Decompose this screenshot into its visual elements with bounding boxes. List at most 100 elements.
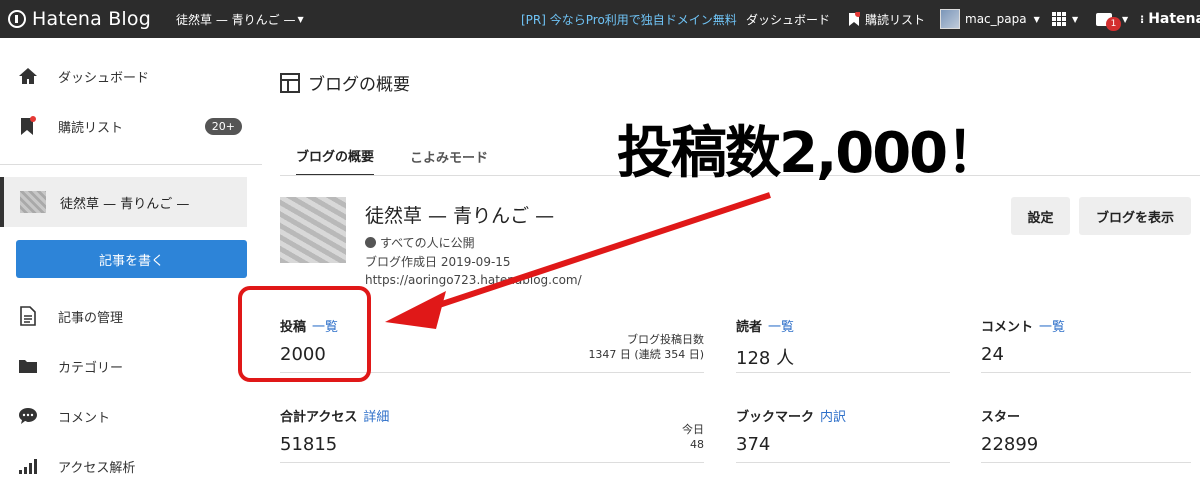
readers-list-link[interactable]: 一覧: [768, 320, 794, 335]
logo-text: Hatena Blog: [32, 8, 151, 30]
chevron-down-icon: ▼: [297, 14, 304, 24]
blog-title: 徒然草 — 青りんご —: [365, 205, 555, 227]
comment-icon: [18, 406, 38, 426]
stat-comments: コメント 一覧 24: [981, 316, 1191, 402]
notifications-button[interactable]: 1 ▼: [1096, 0, 1128, 38]
stat-divider: [736, 462, 950, 463]
notification-icon: 1: [1096, 12, 1121, 31]
hatena-logo-icon: [8, 10, 26, 28]
stat-value: 374: [736, 434, 771, 455]
write-article-button[interactable]: 記事を書く: [16, 240, 247, 278]
today-access: 今日 48: [682, 422, 704, 452]
stat-label-text: スター: [981, 410, 1021, 425]
visibility-label: すべての人に公開: [380, 236, 475, 250]
stat-readers: 読者 一覧 128 人: [736, 316, 950, 402]
stat-label-text: コメント: [981, 320, 1034, 335]
sidebar-item-analytics[interactable]: アクセス解析: [0, 446, 262, 486]
folder-icon: [18, 356, 38, 376]
grid-icon: [1052, 12, 1066, 26]
sidebar-item-label: コメント: [58, 410, 111, 426]
sidebar-item-category[interactable]: カテゴリー: [0, 346, 262, 386]
main-content: ブログの概要 ブログの概要 こよみモード 徒然草 — 青りんご — すべての人に…: [262, 38, 1200, 489]
sidebar-item-manage-posts[interactable]: 記事の管理: [0, 296, 262, 336]
blog-selector-label: 徒然草 — 青りんご —: [176, 12, 296, 27]
today-value: 48: [690, 438, 704, 451]
hatena-blog-logo[interactable]: Hatena Blog: [8, 0, 151, 38]
sidebar: ダッシュボード 購読リスト 20+ 徒然草 — 青りんご — 記事を書く 記事の…: [0, 38, 262, 489]
stat-bookmarks: ブックマーク 内訳 374: [736, 406, 950, 492]
sidebar-item-dashboard[interactable]: ダッシュボード: [0, 56, 262, 96]
stat-label-text: 合計アクセス: [280, 410, 358, 425]
chevron-down-icon: ▼: [1033, 14, 1040, 24]
view-blog-button[interactable]: ブログを表示: [1079, 197, 1191, 235]
pr-link[interactable]: [PR] 今ならPro利用で独自ドメイン無料: [521, 0, 737, 38]
page-title-text: ブログの概要: [308, 75, 410, 95]
sidebar-item-label: 記事の管理: [58, 310, 124, 326]
chevron-down-icon: ▼: [1122, 14, 1129, 24]
sidebar-item-blog[interactable]: 徒然草 — 青りんご —: [0, 177, 247, 227]
stat-divider: [280, 462, 704, 463]
apps-menu[interactable]: ▼: [1052, 0, 1078, 38]
sidebar-item-label: ダッシュボード: [58, 70, 150, 86]
stat-label-text: ブックマーク: [736, 410, 815, 425]
stat-value: 22899: [981, 434, 1039, 455]
blog-thumbnail: [20, 191, 46, 213]
stat-divider: [981, 372, 1191, 373]
globe-icon: [365, 237, 376, 248]
bookmark-icon: [18, 116, 38, 136]
stat-total-access: 合計アクセス 詳細 51815 今日 48: [280, 406, 704, 492]
sidebar-item-label: アクセス解析: [58, 460, 136, 476]
top-navbar: Hatena Blog 徒然草 — 青りんご — ▼ [PR] 今ならPro利用…: [0, 0, 1200, 38]
layout-icon: [280, 72, 300, 93]
hatena-mark-icon: ⁝: [1140, 12, 1145, 26]
sidebar-item-comments[interactable]: コメント: [0, 396, 262, 436]
hatena-link[interactable]: ⁝ Hatena: [1140, 0, 1200, 38]
username: mac_papa: [965, 12, 1027, 26]
stat-divider: [736, 372, 950, 373]
blog-selector[interactable]: 徒然草 — 青りんご — ▼: [176, 0, 304, 38]
stat-label: 読者 一覧: [736, 316, 794, 335]
visibility-status: すべての人に公開: [365, 234, 475, 251]
posting-days: ブログ投稿日数 1347 日 (連続 354 日): [588, 332, 704, 362]
stat-label: 合計アクセス 詳細: [280, 406, 389, 425]
sidebar-item-label: カテゴリー: [58, 360, 124, 376]
bookmarks-breakdown-link[interactable]: 内訳: [820, 410, 846, 425]
stat-label: コメント 一覧: [981, 316, 1065, 335]
sidebar-divider: [0, 164, 262, 165]
access-detail-link[interactable]: 詳細: [363, 410, 389, 425]
stat-stars: スター 22899: [981, 406, 1191, 492]
posting-days-value: 1347 日 (連続 354 日): [588, 348, 704, 361]
reader-list-label: 購読リスト: [865, 12, 926, 27]
sidebar-item-label: 購読リスト: [58, 120, 124, 136]
avatar: [940, 9, 960, 29]
stat-value: 51815: [280, 434, 338, 455]
stat-value: 24: [981, 344, 1004, 365]
comments-list-link[interactable]: 一覧: [1039, 320, 1065, 335]
home-icon: [18, 66, 38, 86]
reader-count-badge: 20+: [204, 117, 242, 135]
stat-value: 128 人: [736, 348, 795, 369]
sidebar-item-reader-list[interactable]: 購読リスト 20+: [0, 106, 262, 146]
today-label: 今日: [682, 423, 704, 436]
tab-overview[interactable]: ブログの概要: [296, 136, 375, 176]
hatena-label: Hatena: [1148, 11, 1200, 27]
sidebar-item-label: 徒然草 — 青りんご —: [60, 196, 190, 212]
stat-label: スター: [981, 406, 1020, 425]
annotation-text: 投稿数2,000！: [617, 121, 1002, 186]
bar-chart-icon: [18, 456, 38, 476]
reader-list-link[interactable]: 購読リスト: [848, 0, 925, 38]
tab-calendar-mode[interactable]: こよみモード: [410, 136, 488, 176]
page-title: ブログの概要: [280, 70, 410, 95]
document-icon: [18, 306, 38, 326]
settings-button[interactable]: 設定: [1011, 197, 1070, 235]
created-date: ブログ作成日 2019-09-15: [365, 255, 511, 269]
notification-badge: 1: [1106, 16, 1121, 31]
user-menu[interactable]: mac_papa ▼: [940, 0, 1040, 38]
stat-label: ブックマーク 内訳: [736, 406, 846, 425]
highlight-box: [238, 286, 371, 382]
blog-url[interactable]: https://aoringo723.hatenablog.com/: [365, 273, 582, 287]
bookmark-icon: [849, 11, 860, 26]
posting-days-label: ブログ投稿日数: [627, 333, 704, 346]
chevron-down-icon: ▼: [1072, 14, 1079, 24]
dashboard-link[interactable]: ダッシュボード: [746, 0, 830, 38]
